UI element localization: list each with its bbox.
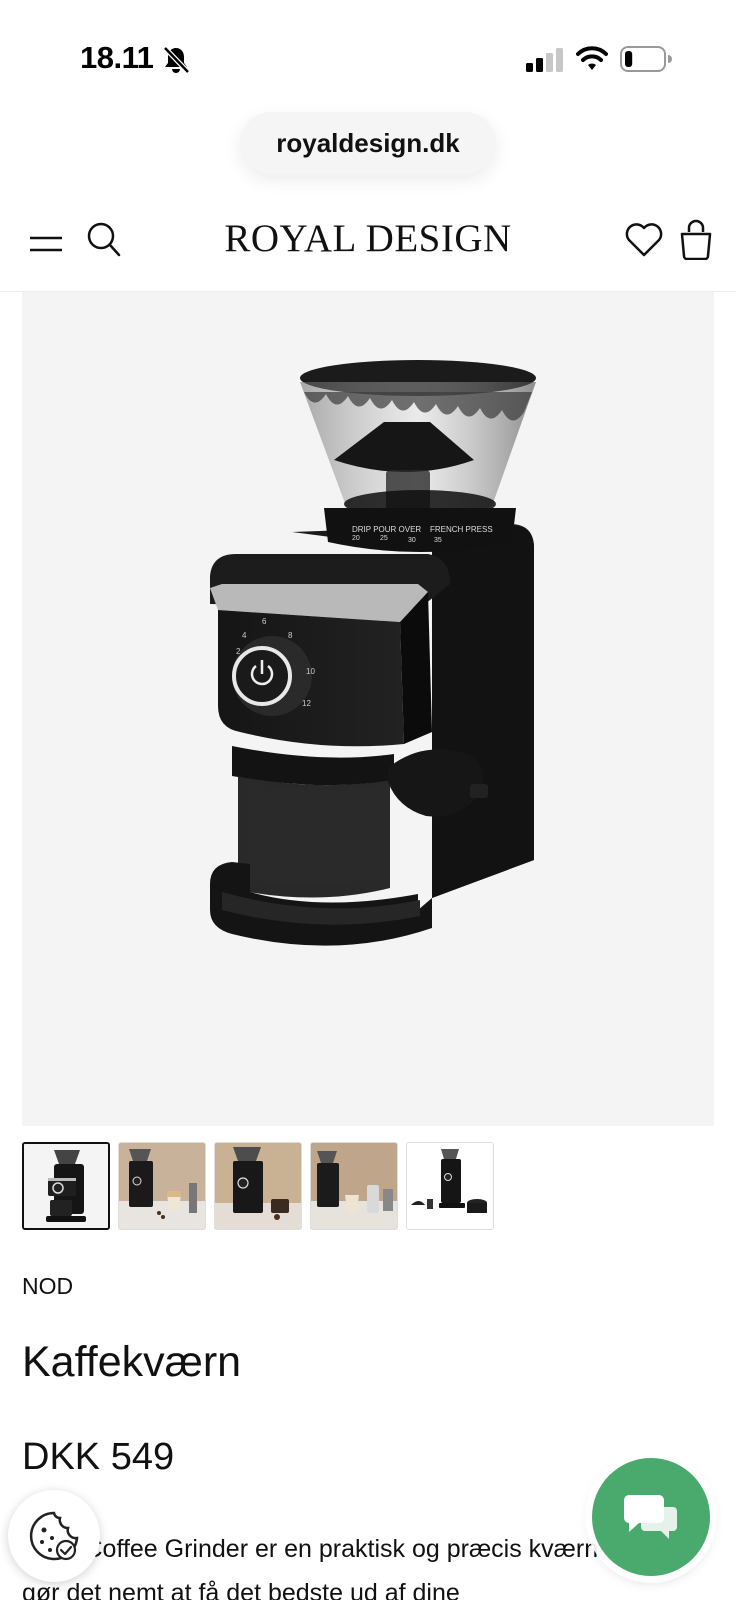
- cookie-icon: [29, 1511, 79, 1561]
- knob-number-6: 6: [262, 617, 267, 626]
- site-header: ROYAL DESIGN: [0, 196, 736, 292]
- knob-number-2: 2: [236, 647, 241, 656]
- address-bar[interactable]: royaldesign.dk: [240, 112, 496, 174]
- knob-number-8: 8: [288, 631, 293, 640]
- coffee-grinder-illustration: DRIP POUR OVER FRENCH PRESS 20 25 30 35 …: [210, 360, 536, 946]
- dial-number-30: 30: [408, 537, 416, 544]
- thumbnail-3[interactable]: [214, 1142, 302, 1230]
- thumbnail-1[interactable]: [22, 1142, 110, 1230]
- chat-button[interactable]: [592, 1458, 710, 1576]
- thumbnail-lifestyle-image-1: [119, 1143, 205, 1229]
- product-brand[interactable]: NOD: [22, 1273, 73, 1300]
- knob-number-12: 12: [302, 699, 311, 708]
- cellular-signal-icon: [526, 48, 563, 72]
- dial-label-drip: DRIP POUR OVER: [352, 525, 421, 534]
- knob-number-10: 10: [306, 667, 315, 676]
- thumbnail-lifestyle-image-3: [311, 1143, 397, 1229]
- product-price: DKK 549: [22, 1436, 175, 1478]
- dial-label-french: FRENCH PRESS: [430, 525, 493, 534]
- thumbnail-lifestyle-image-2: [215, 1143, 301, 1229]
- thumbnail-4[interactable]: [310, 1142, 398, 1230]
- cookie-settings-button[interactable]: [8, 1490, 100, 1582]
- knob-number-4: 4: [242, 631, 247, 640]
- dial-number-25: 25: [380, 535, 388, 542]
- status-bar: 18.11: [0, 0, 736, 110]
- dial-number-35: 35: [434, 537, 442, 544]
- wifi-icon: [576, 46, 608, 70]
- heart-icon[interactable]: [624, 222, 664, 258]
- menu-icon[interactable]: [28, 226, 64, 262]
- thumbnail-strip: [22, 1142, 494, 1230]
- thumbnail-2[interactable]: [118, 1142, 206, 1230]
- status-time: 18.11: [80, 40, 154, 75]
- dial-number-20: 20: [352, 535, 360, 542]
- product-description: NOD Coffee Grinder er en praktisk og præ…: [22, 1535, 642, 1600]
- thumbnail-parts-image: [407, 1143, 493, 1229]
- thumbnail-grinder-image: [24, 1144, 108, 1228]
- search-icon[interactable]: [86, 220, 122, 260]
- thumbnail-5[interactable]: [406, 1142, 494, 1230]
- bell-off-icon: [163, 46, 190, 74]
- site-logo[interactable]: ROYAL DESIGN: [180, 216, 556, 261]
- shopping-bag-icon[interactable]: [678, 218, 714, 260]
- product-main-image[interactable]: DRIP POUR OVER FRENCH PRESS 20 25 30 35 …: [22, 292, 714, 1126]
- battery-icon: [620, 46, 672, 72]
- product-title: Kaffekværn: [22, 1338, 242, 1386]
- chat-bubbles-icon: [624, 1495, 677, 1539]
